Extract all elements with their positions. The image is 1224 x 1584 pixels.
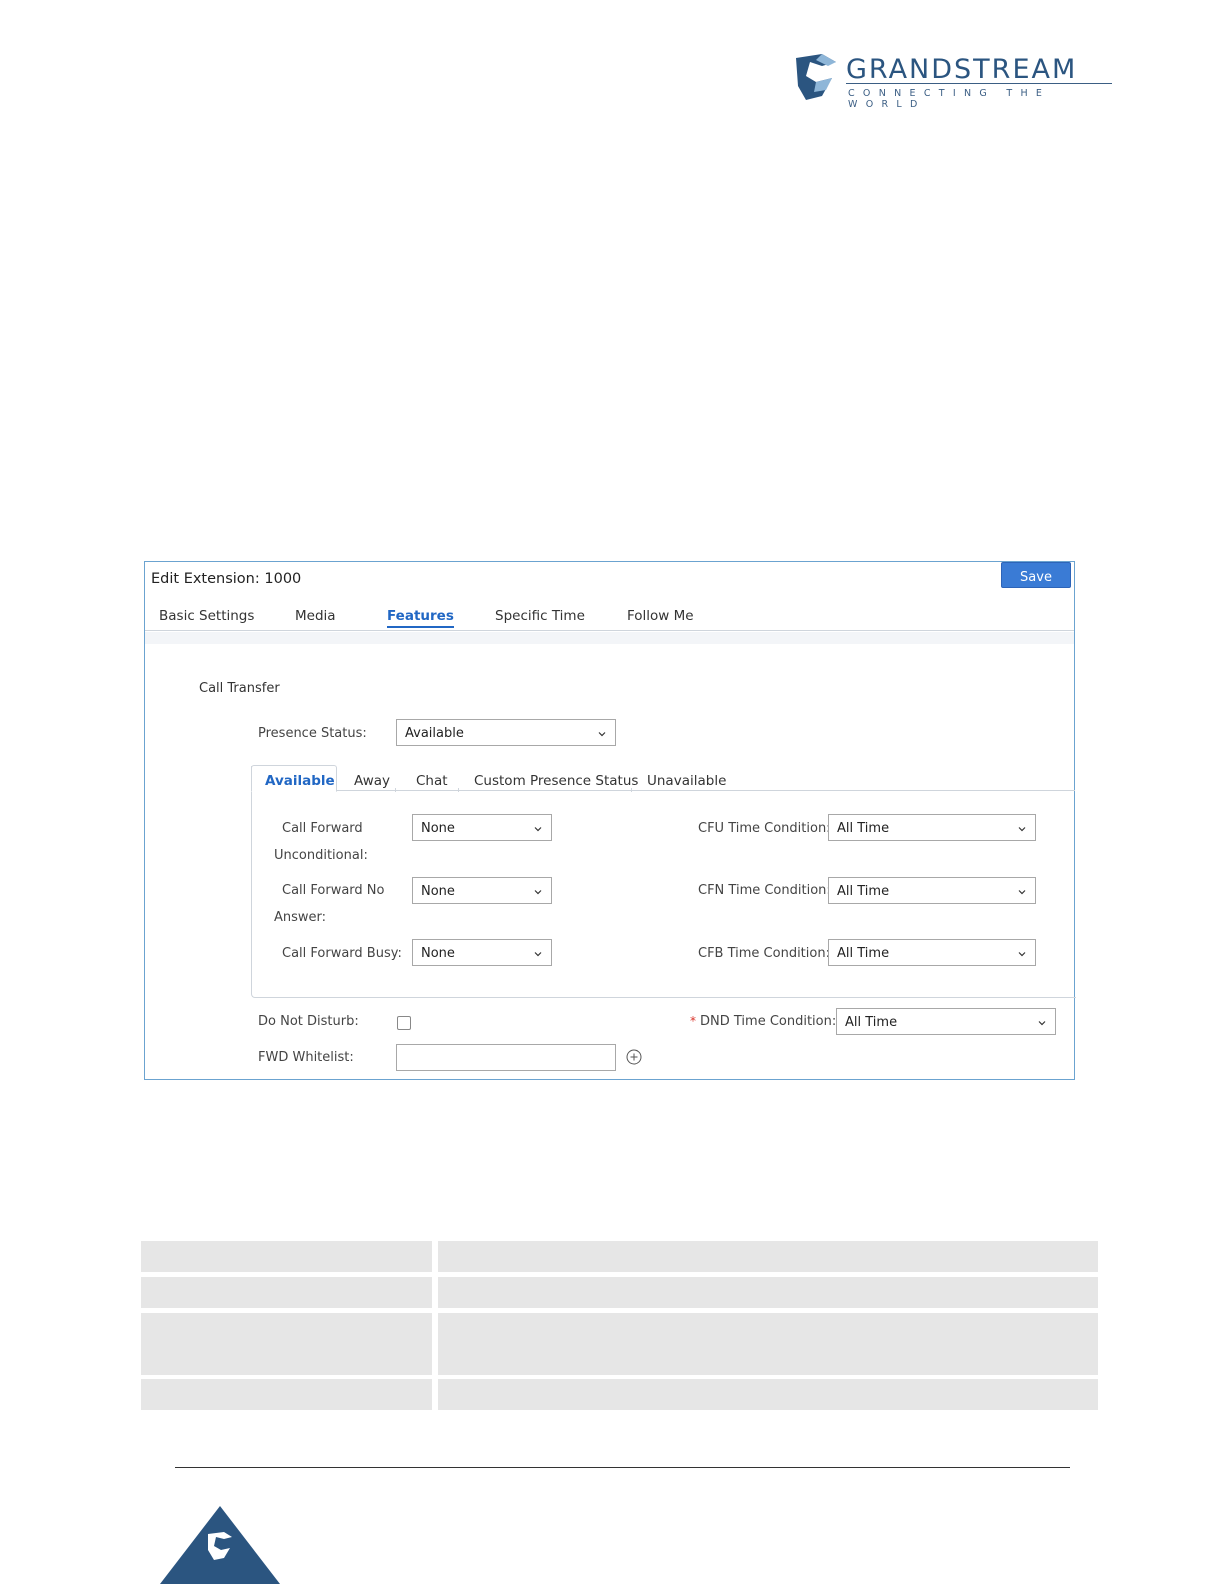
grandstream-logo: GRANDSTREAM CONNECTING THE WORLD bbox=[790, 52, 1120, 110]
dnd-time-condition-select[interactable]: All Time bbox=[836, 1008, 1056, 1035]
table-cell bbox=[141, 1313, 432, 1375]
dialog-title: Edit Extension: 1000 bbox=[151, 571, 302, 587]
presence-status-select[interactable]: Available bbox=[396, 719, 616, 746]
edit-extension-dialog: Edit Extension: 1000 Save Basic Settings… bbox=[144, 561, 1076, 1080]
subtab-unavailable[interactable]: Unavailable bbox=[647, 773, 726, 789]
dnd-time-condition-value: All Time bbox=[845, 1015, 898, 1030]
cfn-value: None bbox=[421, 884, 455, 899]
cfu-value: None bbox=[421, 821, 455, 836]
table-cell bbox=[438, 1277, 1098, 1308]
table-cell bbox=[141, 1379, 432, 1410]
chevron-down-icon bbox=[534, 827, 542, 832]
table-cell bbox=[438, 1241, 1098, 1272]
save-button[interactable]: Save bbox=[1001, 562, 1071, 588]
tab-media[interactable]: Media bbox=[295, 608, 336, 624]
footer-rule bbox=[175, 1467, 1070, 1468]
cfu-time-condition-value: All Time bbox=[837, 821, 890, 836]
section-title-call-transfer: Call Transfer bbox=[199, 681, 280, 696]
chevron-down-icon bbox=[1018, 890, 1026, 895]
table-row bbox=[141, 1313, 1098, 1375]
cfb-time-condition-select[interactable]: All Time bbox=[828, 939, 1036, 966]
cfb-time-condition-value: All Time bbox=[837, 946, 890, 961]
cfn-time-condition-label: CFN Time Condition: bbox=[698, 883, 831, 898]
table-row bbox=[141, 1379, 1098, 1410]
chevron-down-icon bbox=[534, 952, 542, 957]
table-cell bbox=[438, 1379, 1098, 1410]
cfu-time-condition-label: CFU Time Condition: bbox=[698, 821, 831, 836]
cfb-label: Call Forward Busy: bbox=[282, 946, 402, 961]
cfu-time-condition-select[interactable]: All Time bbox=[828, 814, 1036, 841]
presence-tabs-divider bbox=[335, 790, 1075, 791]
tab-follow-me[interactable]: Follow Me bbox=[627, 608, 694, 624]
table-cell bbox=[141, 1241, 432, 1272]
brand-rule bbox=[846, 83, 1112, 84]
add-circle-icon[interactable] bbox=[626, 1049, 642, 1065]
footer-logo-icon bbox=[160, 1506, 280, 1584]
subtab-away[interactable]: Away bbox=[354, 773, 390, 789]
cfn-time-condition-value: All Time bbox=[837, 884, 890, 899]
cfu-label-line1: Call Forward bbox=[282, 821, 363, 836]
fwd-whitelist-label: FWD Whitelist: bbox=[258, 1050, 354, 1065]
content-stripe bbox=[145, 632, 1074, 644]
fwd-whitelist-input[interactable] bbox=[396, 1044, 616, 1071]
cfu-select[interactable]: None bbox=[412, 814, 552, 841]
cfn-label-line1: Call Forward No bbox=[282, 883, 385, 898]
grandstream-logo-icon bbox=[796, 54, 836, 100]
do-not-disturb-checkbox[interactable] bbox=[397, 1016, 411, 1030]
presence-status-value: Available bbox=[405, 726, 464, 741]
required-mark: * bbox=[690, 1014, 696, 1028]
table-cell bbox=[438, 1313, 1098, 1375]
table-cell bbox=[141, 1277, 432, 1308]
subtab-separator bbox=[458, 788, 459, 792]
subtab-available[interactable]: Available bbox=[265, 773, 335, 789]
chevron-down-icon bbox=[598, 732, 606, 737]
dnd-time-condition-label: DND Time Condition: bbox=[700, 1014, 837, 1029]
tab-features[interactable]: Features bbox=[387, 608, 454, 628]
tab-specific-time[interactable]: Specific Time bbox=[495, 608, 585, 624]
cfb-value: None bbox=[421, 946, 455, 961]
cfb-time-condition-label: CFB Time Condition: bbox=[698, 946, 830, 961]
cfu-label-line2: Unconditional: bbox=[274, 848, 368, 863]
presence-status-label: Presence Status: bbox=[258, 726, 367, 741]
chevron-down-icon bbox=[1018, 827, 1026, 832]
subtab-separator bbox=[395, 788, 396, 792]
subtab-chat[interactable]: Chat bbox=[416, 773, 448, 789]
chevron-down-icon bbox=[1038, 1021, 1046, 1026]
table-row bbox=[141, 1277, 1098, 1308]
chevron-down-icon bbox=[534, 890, 542, 895]
subtab-custom-presence-status[interactable]: Custom Presence Status bbox=[474, 773, 638, 789]
tab-basic-settings[interactable]: Basic Settings bbox=[159, 608, 254, 624]
cfn-label-line2: Answer: bbox=[274, 910, 327, 925]
table-row bbox=[141, 1241, 1098, 1272]
do-not-disturb-label: Do Not Disturb: bbox=[258, 1014, 359, 1029]
cfb-select[interactable]: None bbox=[412, 939, 552, 966]
cfn-select[interactable]: None bbox=[412, 877, 552, 904]
brand-name: GRANDSTREAM bbox=[846, 54, 1078, 85]
brand-tagline: CONNECTING THE WORLD bbox=[848, 88, 1051, 110]
subtab-separator bbox=[631, 788, 632, 792]
cfn-time-condition-select[interactable]: All Time bbox=[828, 877, 1036, 904]
main-tabs: Basic Settings Media Features Specific T… bbox=[145, 606, 1074, 631]
chevron-down-icon bbox=[1018, 952, 1026, 957]
